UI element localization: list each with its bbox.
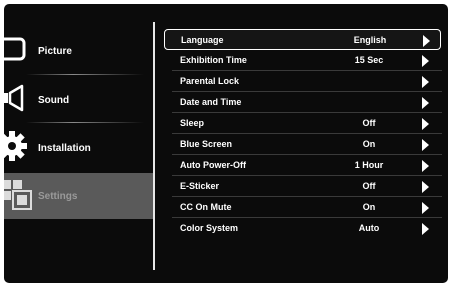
row-label: Date and Time xyxy=(180,97,242,107)
menu-row-parental-lock[interactable]: Parental Lock xyxy=(164,71,441,92)
menu-row-blue-screen[interactable]: Blue Screen On xyxy=(164,134,441,155)
arrow-right-icon xyxy=(423,35,430,47)
picture-icon xyxy=(4,34,28,69)
arrow-right-icon xyxy=(422,181,429,193)
menu-row-date-and-time[interactable]: Date and Time xyxy=(164,92,441,113)
arrow-right-icon xyxy=(422,97,429,109)
sidebar-item-label: Settings xyxy=(38,190,78,202)
row-label: Auto Power-Off xyxy=(180,160,246,170)
arrow-right-icon xyxy=(422,139,429,151)
sidebar-divider xyxy=(26,122,144,123)
sidebar-item-sound[interactable]: Sound xyxy=(4,77,154,123)
row-label: CC On Mute xyxy=(180,202,232,212)
row-value: On xyxy=(362,202,376,212)
menu-row-sleep[interactable]: Sleep Off xyxy=(164,113,441,134)
row-value: 15 Sec xyxy=(354,55,384,65)
row-label: Parental Lock xyxy=(180,76,240,86)
arrow-right-icon xyxy=(422,160,429,172)
gear-icon xyxy=(4,129,30,168)
row-value: Off xyxy=(362,181,376,191)
menu-row-e-sticker[interactable]: E-Sticker Off xyxy=(164,176,441,197)
row-value: English xyxy=(353,35,387,45)
row-label: Exhibition Time xyxy=(180,55,247,65)
row-label: E-Sticker xyxy=(180,181,220,191)
row-value: Auto xyxy=(358,223,380,233)
sidebar-item-label: Sound xyxy=(38,94,70,106)
arrow-right-icon xyxy=(422,223,429,235)
arrow-right-icon xyxy=(422,202,429,214)
settings-icon xyxy=(4,176,34,217)
sidebar-item-installation[interactable]: Installation xyxy=(4,125,154,171)
menu-row-cc-on-mute[interactable]: CC On Mute On xyxy=(164,197,441,218)
menu-row-color-system[interactable]: Color System Auto xyxy=(164,218,441,239)
menu-separator-line xyxy=(153,22,155,270)
sidebar-item-settings[interactable]: Settings xyxy=(4,173,154,219)
row-label: Sleep xyxy=(180,118,205,128)
row-value: Off xyxy=(362,118,376,128)
sidebar-item-label: Picture xyxy=(38,45,72,57)
speaker-icon xyxy=(4,83,30,118)
menu-row-auto-power-off[interactable]: Auto Power-Off 1 Hour xyxy=(164,155,441,176)
menu-row-exhibition-time[interactable]: Exhibition Time 15 Sec xyxy=(164,50,441,71)
row-value: On xyxy=(362,139,376,149)
row-label: Language xyxy=(181,35,224,45)
sidebar-divider xyxy=(26,74,144,75)
tv-menu-screen: Picture Sound Installation Settings Lang… xyxy=(4,4,448,283)
arrow-right-icon xyxy=(422,118,429,130)
sidebar-item-picture[interactable]: Picture xyxy=(4,28,154,74)
menu-row-language[interactable]: Language English xyxy=(164,29,441,50)
arrow-right-icon xyxy=(422,76,429,88)
row-label: Color System xyxy=(180,223,239,233)
row-label: Blue Screen xyxy=(180,139,233,149)
row-value: 1 Hour xyxy=(354,160,384,170)
arrow-right-icon xyxy=(422,55,429,67)
sidebar-item-label: Installation xyxy=(38,142,91,154)
